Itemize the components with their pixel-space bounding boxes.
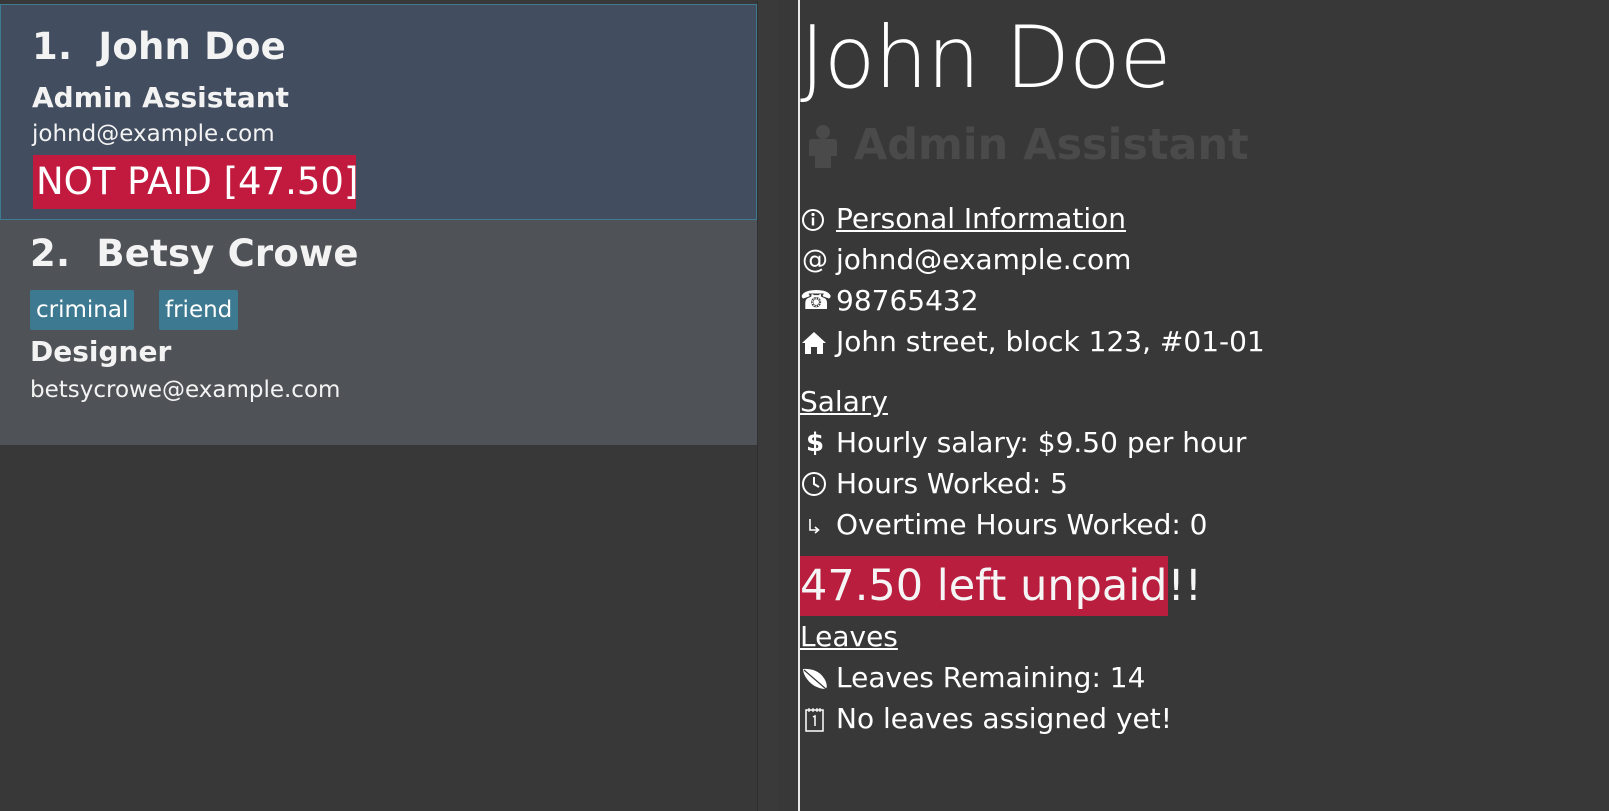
leaf-icon xyxy=(800,660,830,696)
personal-info-header: Personal Information xyxy=(836,202,1127,235)
detail-email: johnd@example.com xyxy=(836,243,1132,276)
detail-leaves-remaining: Leaves Remaining: 14 xyxy=(836,661,1146,694)
home-icon xyxy=(800,324,830,360)
detail-role: Admin Assistant xyxy=(854,120,1249,170)
phone-icon: ☎ xyxy=(800,286,833,316)
unpaid-amount-banner: 47.50 left unpaid!! xyxy=(800,556,1202,616)
person-email: johnd@example.com xyxy=(32,121,275,147)
person-email: betsycrowe@example.com xyxy=(30,377,341,403)
detail-hourly-salary: Hourly salary: $9.50 per hour xyxy=(836,426,1247,459)
person-role: Designer xyxy=(30,335,172,368)
detail-leaves-assigned: No leaves assigned yet! xyxy=(836,702,1172,735)
person-name: Betsy Crowe xyxy=(96,232,359,275)
person-index: 2. xyxy=(30,232,71,275)
dollar-icon: $ xyxy=(805,428,825,458)
detail-overtime-hours: Overtime Hours Worked: 0 xyxy=(836,508,1208,541)
person-card-selected[interactable]: 1. John Doe Admin Assistant johnd@exampl… xyxy=(0,4,757,220)
at-icon: @ xyxy=(802,245,828,275)
person-index: 1. xyxy=(32,25,73,68)
detail-address: John street, block 123, #01-01 xyxy=(836,325,1265,358)
person-card-title: 2. Betsy Crowe xyxy=(30,232,359,275)
person-detail-panel: John Doe Admin Assistant Personal Inform… xyxy=(800,0,1609,811)
leaves-header: Leaves xyxy=(800,620,898,653)
pay-status-badge: NOT PAID [47.50] xyxy=(33,155,358,209)
calendar-icon xyxy=(800,701,830,737)
person-card-title: 1. John Doe xyxy=(32,25,286,68)
person-name: John Doe xyxy=(98,25,286,68)
person-icon xyxy=(806,124,840,170)
person-role: Admin Assistant xyxy=(32,81,290,114)
detail-phone: 98765432 xyxy=(836,284,979,317)
detail-hours-worked: Hours Worked: 5 xyxy=(836,467,1068,500)
info-icon xyxy=(800,201,830,237)
clock-icon xyxy=(800,466,830,502)
tag-badge: friend xyxy=(159,290,239,330)
salary-header: Salary xyxy=(800,385,888,418)
detail-name: John Doe xyxy=(800,8,1171,108)
overtime-arrow-icon xyxy=(800,507,830,543)
tag-badge: criminal xyxy=(30,290,135,330)
person-list-panel: 1. John Doe Admin Assistant johnd@exampl… xyxy=(0,0,757,811)
person-card[interactable]: 2. Betsy Crowe criminal friend Designer … xyxy=(0,220,757,445)
panel-splitter[interactable] xyxy=(757,0,778,811)
